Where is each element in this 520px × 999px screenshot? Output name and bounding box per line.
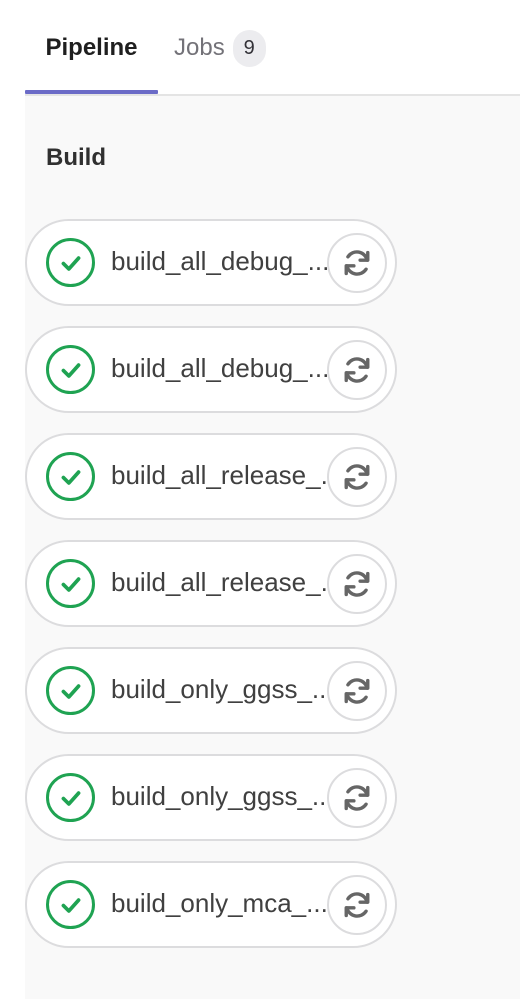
job-item[interactable]: build_all_release_... (25, 540, 397, 627)
job-name: build_all_release_... (111, 567, 329, 597)
retry-button[interactable] (327, 768, 387, 828)
retry-button[interactable] (327, 340, 387, 400)
job-item[interactable]: build_only_ggss_... (25, 754, 397, 841)
job-item[interactable]: build_only_ggss_... (25, 647, 397, 734)
tab-pipeline[interactable]: Pipeline (25, 0, 158, 96)
check-circle-icon (46, 452, 95, 501)
retry-icon (344, 250, 370, 276)
retry-button[interactable] (327, 661, 387, 721)
job-name: build_only_ggss_... (111, 781, 329, 811)
retry-icon (344, 571, 370, 597)
retry-button[interactable] (327, 875, 387, 935)
retry-button[interactable] (327, 447, 387, 507)
stage-title: Build (46, 144, 106, 171)
retry-icon (344, 464, 370, 490)
job-item[interactable]: build_all_debug_... (25, 326, 397, 413)
check-circle-icon (46, 666, 95, 715)
pipeline-tabs: Pipeline Jobs 9 (0, 0, 520, 96)
job-name: build_only_ggss_... (111, 674, 329, 704)
pipeline-graph: Build build_all_debug_... build_all_debu… (25, 96, 520, 999)
check-circle-icon (46, 345, 95, 394)
retry-button[interactable] (327, 554, 387, 614)
tab-jobs-label: Jobs (174, 34, 225, 61)
job-name: build_all_debug_... (111, 353, 329, 383)
job-name: build_only_mca_... (111, 888, 328, 918)
retry-icon (344, 357, 370, 383)
jobs-count-badge: 9 (232, 29, 266, 67)
tab-jobs[interactable]: Jobs 9 (174, 0, 266, 96)
job-name: build_all_debug_... (111, 246, 329, 276)
check-circle-icon (46, 238, 95, 287)
tab-pipeline-label: Pipeline (45, 34, 138, 61)
retry-icon (344, 892, 370, 918)
job-item[interactable]: build_all_release_... (25, 433, 397, 520)
check-circle-icon (46, 880, 95, 929)
job-item[interactable]: build_only_mca_... (25, 861, 397, 948)
check-circle-icon (46, 773, 95, 822)
job-item[interactable]: build_all_debug_... (25, 219, 397, 306)
retry-icon (344, 785, 370, 811)
job-name: build_all_release_... (111, 460, 329, 490)
check-circle-icon (46, 559, 95, 608)
stage-jobs-list: build_all_debug_... build_all_debug_... … (25, 219, 397, 968)
retry-button[interactable] (327, 233, 387, 293)
retry-icon (344, 678, 370, 704)
